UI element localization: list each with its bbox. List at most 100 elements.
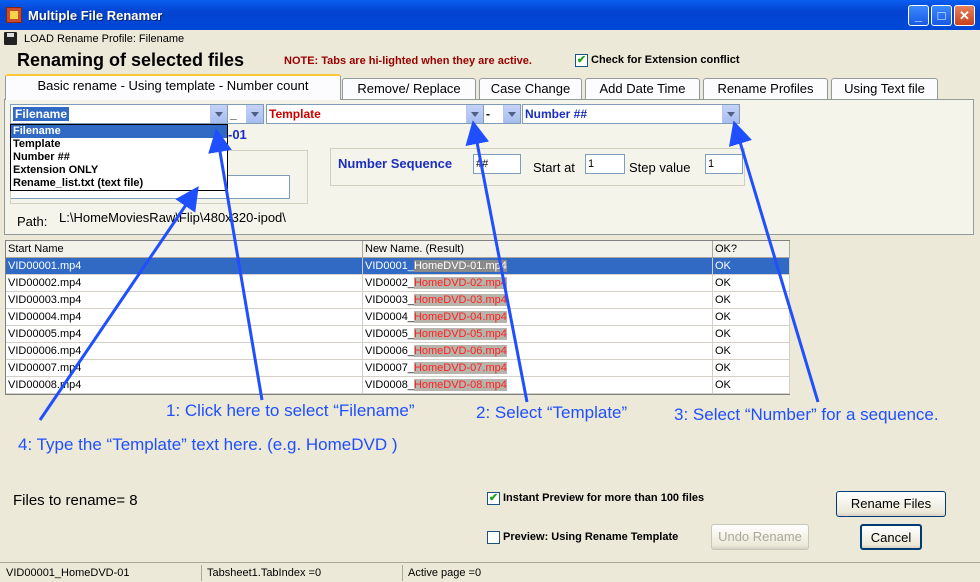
ext-conflict-label: Check for Extension conflict bbox=[591, 54, 740, 66]
tabs-note: NOTE: Tabs are hi-lighted when they are … bbox=[284, 55, 532, 67]
new-name-prefix: VID0002_ bbox=[365, 277, 414, 289]
new-name-cell: VID0004_HomeDVD-04.mp4 bbox=[363, 309, 713, 326]
table-row[interactable]: VID00004.mp4 VID0004_HomeDVD-04.mp4 OK bbox=[6, 309, 790, 326]
new-name-cell: VID0005_HomeDVD-05.mp4 bbox=[363, 326, 713, 343]
table-row[interactable]: VID00005.mp4 VID0005_HomeDVD-05.mp4 OK bbox=[6, 326, 790, 343]
annotation-step-1: 1: Click here to select “Filename” bbox=[166, 401, 415, 420]
new-name-cell: VID0007_HomeDVD-07.mp4 bbox=[363, 360, 713, 377]
floppy-disk-icon bbox=[4, 32, 17, 45]
tab-rename-profiles[interactable]: Rename Profiles bbox=[703, 78, 828, 99]
start-name-cell: VID00004.mp4 bbox=[6, 309, 363, 326]
new-name-suffix: HomeDVD-07.mp4 bbox=[413, 362, 507, 374]
start-name-cell: VID00007.mp4 bbox=[6, 360, 363, 377]
ok-cell: OK bbox=[713, 275, 790, 292]
column-header-start-name[interactable]: Start Name bbox=[6, 241, 363, 258]
start-name-cell: VID00002.mp4 bbox=[6, 275, 363, 292]
status-tab-index: Tabsheet1.TabIndex =0 bbox=[203, 565, 403, 581]
start-name-cell: VID00005.mp4 bbox=[6, 326, 363, 343]
part3-value: Number ## bbox=[525, 107, 588, 121]
part1-dropdown-list[interactable]: Filename Template Number ## Extension ON… bbox=[10, 124, 228, 191]
new-name-suffix: HomeDVD-03.mp4 bbox=[413, 294, 507, 306]
instant-preview-checkbox[interactable]: ✔ bbox=[487, 492, 500, 505]
chevron-down-icon[interactable] bbox=[210, 105, 227, 123]
part2-combo[interactable]: Template bbox=[266, 104, 484, 124]
window-title: Multiple File Renamer bbox=[28, 8, 163, 23]
path-value: L:\HomeMoviesRaw\Flip\480x320-ipod\ bbox=[59, 210, 286, 225]
column-header-ok[interactable]: OK? bbox=[713, 241, 790, 258]
dropdown-option-rename-list[interactable]: Rename_list.txt (text file) bbox=[11, 177, 227, 190]
table-row[interactable]: VID00006.mp4 VID0006_HomeDVD-06.mp4 OK bbox=[6, 343, 790, 360]
new-name-prefix: VID0008_ bbox=[365, 379, 414, 391]
new-name-prefix: VID0003_ bbox=[365, 294, 414, 306]
tab-case-change[interactable]: Case Change bbox=[479, 78, 582, 99]
chevron-down-icon[interactable] bbox=[503, 105, 520, 123]
ok-cell: OK bbox=[713, 326, 790, 343]
rename-files-button[interactable]: Rename Files bbox=[836, 491, 946, 517]
new-name-prefix: VID0006_ bbox=[365, 345, 414, 357]
files-grid[interactable]: Start Name New Name. (Result) OK? VID000… bbox=[5, 240, 790, 395]
column-header-new-name[interactable]: New Name. (Result) bbox=[363, 241, 713, 258]
table-row[interactable]: VID00008.mp4 VID0008_HomeDVD-08.mp4 OK bbox=[6, 377, 790, 394]
ok-cell: OK bbox=[713, 258, 790, 275]
start-name-cell: VID00003.mp4 bbox=[6, 292, 363, 309]
maximize-button[interactable]: □ bbox=[931, 5, 952, 26]
app-icon bbox=[6, 7, 22, 23]
part1-value: Filename bbox=[13, 107, 70, 121]
step-value-input[interactable]: 1 bbox=[705, 154, 743, 174]
status-bar: VID00001_HomeDVD-01 Tabsheet1.TabIndex =… bbox=[0, 562, 980, 582]
new-name-suffix: HomeDVD-02.mp4 bbox=[413, 277, 507, 289]
new-name-prefix: VID0007_ bbox=[365, 362, 414, 374]
dropdown-option-filename[interactable]: Filename bbox=[11, 125, 227, 138]
load-profile-label[interactable]: LOAD Rename Profile: Filename bbox=[24, 33, 184, 45]
separator1-value: _ bbox=[230, 107, 237, 121]
new-name-suffix: HomeDVD-05.mp4 bbox=[413, 328, 507, 340]
ext-conflict-checkbox[interactable]: ✔ bbox=[575, 54, 588, 67]
table-row[interactable]: VID00003.mp4 VID0003_HomeDVD-03.mp4 OK bbox=[6, 292, 790, 309]
tab-add-date-time[interactable]: Add Date Time bbox=[585, 78, 700, 99]
ok-cell: OK bbox=[713, 309, 790, 326]
part1-combo[interactable]: Filename bbox=[10, 104, 228, 124]
chevron-down-icon[interactable] bbox=[466, 105, 483, 123]
separator2-value: - bbox=[486, 107, 490, 121]
separator2-combo[interactable]: - bbox=[483, 104, 521, 124]
table-row[interactable]: VID00002.mp4 VID0002_HomeDVD-02.mp4 OK bbox=[6, 275, 790, 292]
close-button[interactable]: ✕ bbox=[954, 5, 975, 26]
new-name-cell: VID0006_HomeDVD-06.mp4 bbox=[363, 343, 713, 360]
dropdown-option-template[interactable]: Template bbox=[11, 138, 227, 151]
chevron-down-icon[interactable] bbox=[246, 105, 263, 123]
start-at-label: Start at bbox=[533, 160, 575, 175]
new-name-suffix: HomeDVD-01.mp4 bbox=[413, 260, 507, 272]
dropdown-option-number[interactable]: Number ## bbox=[11, 151, 227, 164]
new-name-suffix: HomeDVD-04.mp4 bbox=[413, 311, 507, 323]
start-name-cell: VID00006.mp4 bbox=[6, 343, 363, 360]
undo-rename-button[interactable]: Undo Rename bbox=[711, 524, 809, 550]
number-sequence-input[interactable]: ## bbox=[473, 154, 521, 174]
part3-combo[interactable]: Number ## bbox=[522, 104, 740, 124]
new-name-suffix: HomeDVD-06.mp4 bbox=[413, 345, 507, 357]
table-row[interactable]: VID00001.mp4 VID0001_HomeDVD-01.mp4 OK bbox=[6, 258, 790, 275]
tab-using-text-file[interactable]: Using Text file bbox=[831, 78, 938, 99]
tab-remove-replace[interactable]: Remove/ Replace bbox=[342, 78, 476, 99]
table-row[interactable]: VID00007.mp4 VID0007_HomeDVD-07.mp4 OK bbox=[6, 360, 790, 377]
new-name-prefix: VID0005_ bbox=[365, 328, 414, 340]
new-name-cell: VID0008_HomeDVD-08.mp4 bbox=[363, 377, 713, 394]
new-name-suffix: HomeDVD-08.mp4 bbox=[413, 379, 507, 391]
title-bar[interactable]: Multiple File Renamer _ □ ✕ bbox=[0, 0, 980, 30]
status-current-name: VID00001_HomeDVD-01 bbox=[2, 565, 202, 581]
part2-value: Template bbox=[269, 107, 321, 121]
path-label: Path: bbox=[17, 214, 48, 229]
start-at-input[interactable]: 1 bbox=[585, 154, 625, 174]
cancel-button[interactable]: Cancel bbox=[860, 524, 922, 550]
new-name-prefix: VID0001_ bbox=[365, 260, 414, 272]
start-name-cell: VID00001.mp4 bbox=[6, 258, 363, 275]
dropdown-option-extension-only[interactable]: Extension ONLY bbox=[11, 164, 227, 177]
ok-cell: OK bbox=[713, 292, 790, 309]
new-name-prefix: VID0004_ bbox=[365, 311, 414, 323]
separator1-combo[interactable]: _ bbox=[227, 104, 264, 124]
ok-cell: OK bbox=[713, 343, 790, 360]
tab-basic-rename[interactable]: Basic rename - Using template - Number c… bbox=[5, 74, 341, 100]
number-sequence-label: Number Sequence bbox=[338, 156, 453, 171]
preview-template-checkbox[interactable] bbox=[487, 531, 500, 544]
minimize-button[interactable]: _ bbox=[908, 5, 929, 26]
chevron-down-icon[interactable] bbox=[722, 105, 739, 123]
